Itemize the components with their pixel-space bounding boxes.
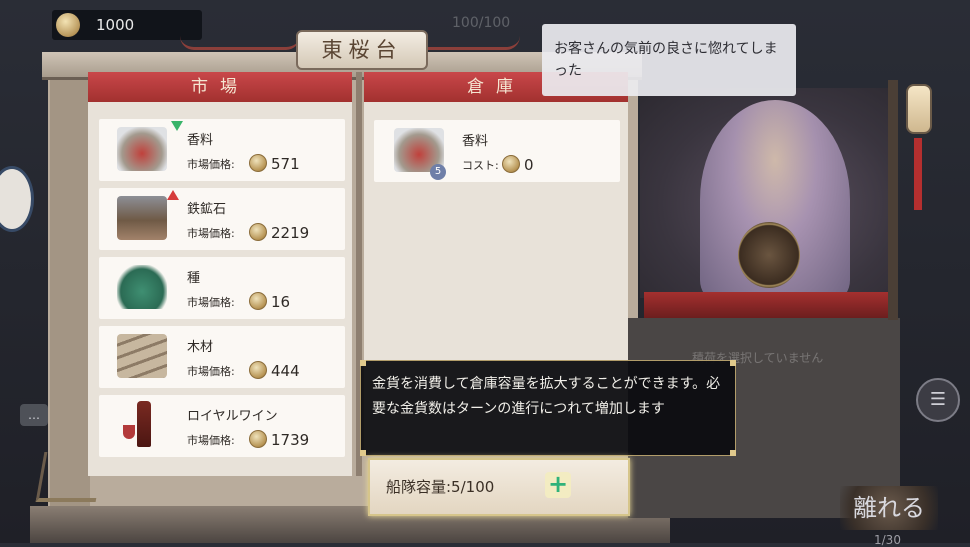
coin-icon xyxy=(249,430,267,448)
coin-icon xyxy=(502,155,520,173)
market-item-seed[interactable]: 種 市場価格: 16 xyxy=(99,257,345,319)
market-item-royal-wine[interactable]: ロイヤルワイン 市場価格: 1739 xyxy=(99,395,345,457)
scroll-icon: ☰ xyxy=(929,389,947,410)
price-label: 市場価格: xyxy=(187,227,235,240)
timber-logs-icon xyxy=(117,334,167,378)
wine-bottle-icon xyxy=(137,401,151,447)
scroll-menu-button[interactable]: ☰ xyxy=(916,378,960,422)
port-name-plaque: 東桜台 xyxy=(296,30,428,70)
wine-glass-icon xyxy=(123,425,135,439)
tooltip-corner xyxy=(360,450,366,456)
item-price: 2219 xyxy=(271,224,310,242)
price-up-arrow-icon xyxy=(167,190,179,200)
item-name: 香料 xyxy=(187,133,214,148)
lantern-tassel xyxy=(914,138,922,210)
coin-icon xyxy=(249,154,267,172)
gold-coin-icon xyxy=(56,13,80,37)
market-header: 市場 xyxy=(88,72,352,102)
item-price: 16 xyxy=(271,293,291,311)
item-name: 木材 xyxy=(187,340,214,355)
gold-amount: 1000 xyxy=(96,16,135,34)
quantity-badge: 5 xyxy=(430,164,446,180)
price-label: 市場価格: xyxy=(187,158,235,171)
frame-drape-left xyxy=(180,36,300,50)
npc-frame-post xyxy=(888,80,898,320)
turn-counter: 1/30 xyxy=(874,533,901,547)
tooltip-text: 金貨を消費して倉庫容量を拡大することができます。必要な金貨数はターンの進行につれ… xyxy=(372,376,721,417)
leave-button[interactable]: 離れる xyxy=(840,486,938,530)
expand-capacity-button[interactable]: + xyxy=(545,472,571,498)
price-label: 市場価格: xyxy=(187,365,235,378)
market-item-timber[interactable]: 木材 市場価格: 444 xyxy=(99,326,345,388)
spice-bowl-icon xyxy=(117,127,167,171)
item-price: 444 xyxy=(271,362,300,380)
item-name: ロイヤルワイン xyxy=(187,409,278,424)
item-cost: 0 xyxy=(524,156,534,174)
drum-prop xyxy=(738,222,800,288)
cost-label: コスト: xyxy=(462,159,499,172)
coin-icon xyxy=(249,361,267,379)
side-menu-button[interactable] xyxy=(0,166,34,232)
market-item-iron-ore[interactable]: 鉄鉱石 市場価格: 2219 xyxy=(99,188,345,250)
lantern-icon xyxy=(906,84,932,134)
item-name: 鉄鉱石 xyxy=(187,202,227,217)
npc-counter xyxy=(644,292,892,318)
chat-icon[interactable]: … xyxy=(20,404,48,426)
item-price: 571 xyxy=(271,155,300,173)
fleet-capacity-text: 船隊容量:5/100 xyxy=(386,478,495,496)
market-item-spice[interactable]: 香料 市場価格: 571 xyxy=(99,119,345,181)
dimmed-counter: 100/100 xyxy=(452,15,511,31)
tooltip-corner xyxy=(730,450,736,456)
tooltip-corner xyxy=(730,360,736,366)
npc-speech-text: お客さんの気前の良さに惚れてしまった xyxy=(554,41,778,79)
tooltip-corner xyxy=(360,360,366,366)
item-name: 種 xyxy=(187,271,201,286)
seed-sack-icon xyxy=(117,265,167,309)
price-down-arrow-icon xyxy=(171,121,183,131)
warehouse-item-spice[interactable]: 5 香料 コスト: 0 xyxy=(374,120,620,182)
price-label: 市場価格: xyxy=(187,434,235,447)
price-label: 市場価格: xyxy=(187,296,235,309)
iron-ore-crate-icon xyxy=(117,196,167,240)
coin-icon xyxy=(249,292,267,310)
item-price: 1739 xyxy=(271,431,310,449)
item-name: 香料 xyxy=(462,134,489,149)
ship-decoration xyxy=(35,452,105,502)
coin-icon xyxy=(249,223,267,241)
frame-left-post xyxy=(50,80,90,510)
